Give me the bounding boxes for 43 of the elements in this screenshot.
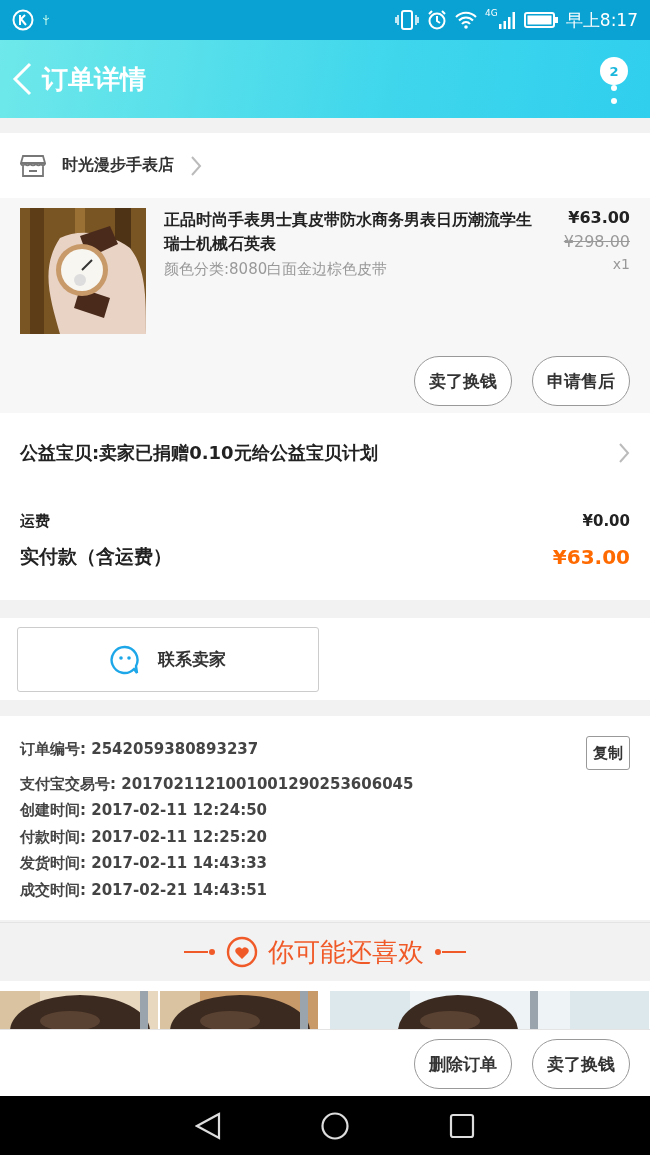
original-price: ¥298.00 xyxy=(563,232,630,251)
home-icon[interactable] xyxy=(321,1112,349,1140)
k-logo-icon xyxy=(12,9,34,31)
shop-name[interactable]: 时光漫步手表店 xyxy=(62,155,174,176)
summary-label: 运费 xyxy=(20,511,50,531)
order-info-line: 付款时间: 2017-02-11 12:25:20 xyxy=(20,826,267,848)
order-info-line: 支付宝交易号: 2017021121001001290253606045 xyxy=(20,773,414,795)
contact-seller-button[interactable]: 联系卖家 xyxy=(17,627,319,692)
product-variant: 颜色分类:8080白面金边棕色皮带 xyxy=(164,260,389,279)
signal-icon xyxy=(497,11,516,29)
network-type: 4G xyxy=(485,8,498,18)
recommend-title: 你可能还喜欢 xyxy=(268,935,424,969)
clock-time: 早上8:17 xyxy=(565,8,638,32)
recent-apps-icon[interactable] xyxy=(449,1113,475,1139)
price: ¥63.00 xyxy=(568,208,630,227)
order-info-line: 发货时间: 2017-02-11 14:43:33 xyxy=(20,853,267,874)
order-info-line: 成交时间: 2017-02-21 14:43:51 xyxy=(20,879,267,901)
action-button[interactable]: 卖了换钱 xyxy=(414,356,512,406)
divider-dot-line-icon xyxy=(434,947,466,957)
vibrate-icon xyxy=(395,10,420,30)
battery-icon xyxy=(523,12,558,28)
order-info-line: 订单编号: 2542059380893237 xyxy=(20,739,259,760)
quantity: x1 xyxy=(612,256,630,272)
summary-value: ¥63.00 xyxy=(552,545,630,569)
chevron-right-icon xyxy=(618,442,630,464)
page-title: 订单详情 xyxy=(42,62,147,96)
action-button[interactable]: 删除订单 xyxy=(414,1039,512,1089)
wifi-icon xyxy=(455,11,478,29)
action-button[interactable]: 申请售后 xyxy=(532,356,630,406)
action-button[interactable]: 卖了换钱 xyxy=(532,1039,630,1089)
copy-button[interactable]: 复制 xyxy=(586,736,630,770)
alarm-icon xyxy=(427,10,448,30)
product-title[interactable]: 正品时尚手表男士真皮带防水商务男表日历潮流学生瑞士机械石英表 xyxy=(164,208,546,256)
order-info-line: 创建时间: 2017-02-11 12:24:50 xyxy=(20,800,267,821)
charity-text[interactable]: 公益宝贝:卖家已捐赠0.10元给公益宝贝计划 xyxy=(20,441,378,465)
back-icon[interactable] xyxy=(195,1112,221,1140)
divider-dot-line-icon xyxy=(184,947,216,957)
store-icon xyxy=(20,153,46,178)
notification-badge: 2 xyxy=(600,57,628,85)
summary-value: ¥0.00 xyxy=(582,512,630,530)
chevron-right-icon xyxy=(190,154,202,177)
summary-label: 实付款（含运费） xyxy=(20,544,172,569)
chat-face-icon xyxy=(110,644,140,675)
